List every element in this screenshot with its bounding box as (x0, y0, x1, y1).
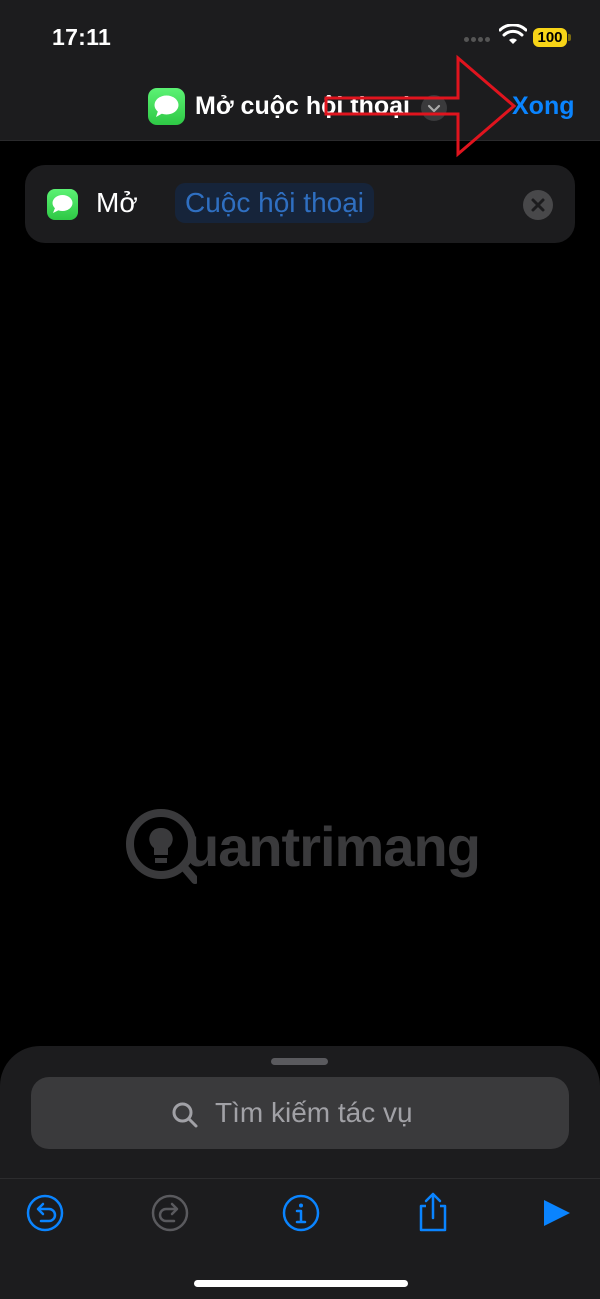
navigation-bar: Mở cuộc hội thoại Xong (0, 78, 600, 141)
shortcut-title[interactable]: Mở cuộc hội thoại (195, 92, 410, 121)
conversation-parameter[interactable]: Cuộc hội thoại (175, 183, 375, 223)
action-verb: Mở (96, 187, 138, 218)
chevron-down-icon[interactable] (421, 95, 447, 121)
home-indicator (194, 1280, 408, 1287)
done-button[interactable]: Xong (512, 92, 575, 121)
redo-icon[interactable] (150, 1193, 190, 1233)
watermark-logo: uantrimang (125, 808, 481, 888)
search-placeholder: Tìm kiếm tác vụ (215, 1097, 413, 1128)
close-icon[interactable] (523, 190, 553, 220)
action-search-sheet: Tìm kiếm tác vụ (0, 1046, 600, 1178)
info-icon[interactable] (281, 1193, 321, 1233)
undo-icon[interactable] (25, 1193, 65, 1233)
messages-icon (47, 189, 78, 220)
share-icon[interactable] (412, 1191, 454, 1233)
search-icon (172, 1102, 198, 1128)
bottom-toolbar (0, 1178, 600, 1299)
wifi-icon (499, 24, 527, 44)
play-icon[interactable] (538, 1193, 578, 1233)
search-input[interactable]: Tìm kiếm tác vụ (31, 1077, 569, 1149)
cellular-signal-icon (464, 37, 492, 43)
watermark-text: uantrimang (185, 815, 481, 878)
sheet-grabber[interactable] (271, 1058, 328, 1065)
open-conversation-action[interactable]: Mở Cuộc hội thoại (25, 165, 575, 243)
status-time: 17:11 (52, 24, 112, 50)
battery-indicator: 100 (533, 28, 571, 47)
status-bar: 17:11 100 (0, 0, 600, 78)
messages-icon (148, 88, 185, 125)
